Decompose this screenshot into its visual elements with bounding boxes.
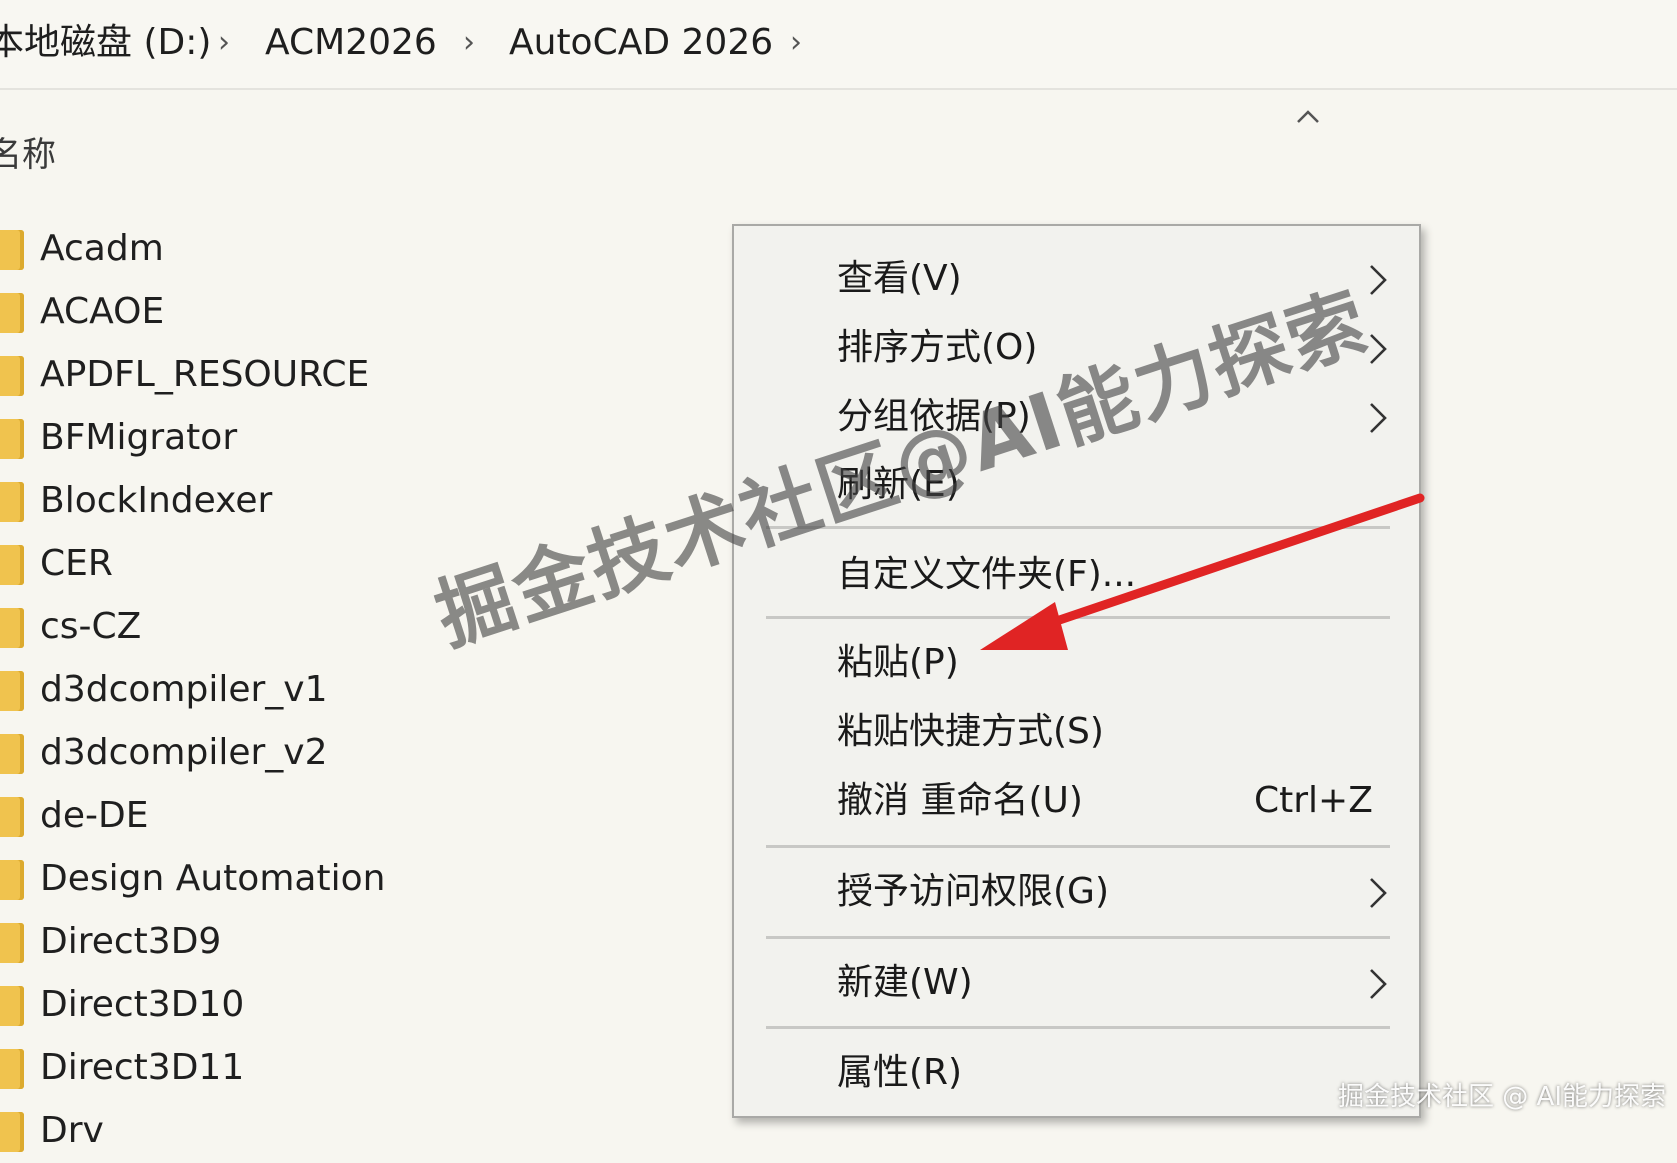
folder-name: CER (40, 543, 113, 584)
chevron-right-icon[interactable]: › (790, 18, 802, 68)
breadcrumb-drive-d[interactable]: 本地磁盘 (D:) (0, 18, 211, 68)
list-item[interactable]: Drv (0, 1100, 600, 1163)
chevron-right-icon (1370, 403, 1387, 433)
folder-name: Direct3D9 (40, 921, 222, 962)
folder-icon (0, 608, 24, 648)
chevron-right-icon (1370, 878, 1387, 908)
list-item[interactable]: ACAOE (0, 281, 600, 344)
menu-separator (766, 845, 1390, 848)
folder-name: Drv (40, 1110, 104, 1151)
menu-item-label: 授予访问权限(G) (837, 871, 1109, 912)
list-item[interactable]: d3dcompiler_v2 (0, 722, 600, 785)
address-bar[interactable]: 本地磁盘 (D:) › ACM2026 › AutoCAD 2026 › (0, 0, 1677, 90)
folder-icon (0, 545, 24, 585)
watermark-small: 掘金技术社区 @ AI能力探索 (1338, 1082, 1666, 1112)
folder-icon (0, 1049, 24, 1089)
menu-separator (766, 936, 1390, 939)
menu-item-paste-shortcut[interactable]: 粘贴快捷方式(S) (734, 699, 1419, 765)
menu-item-label: 查看(V) (837, 258, 962, 299)
list-item[interactable]: BFMigrator (0, 407, 600, 470)
menu-separator (766, 1026, 1390, 1029)
folder-icon (0, 797, 24, 837)
menu-item-label: 撤消 重命名(U) (837, 780, 1083, 821)
folder-icon (0, 293, 24, 333)
menu-item-label: 属性(R) (837, 1052, 963, 1093)
menu-item-label: 粘贴快捷方式(S) (837, 711, 1104, 752)
folder-icon (0, 356, 24, 396)
menu-item-give-access[interactable]: 授予访问权限(G) (734, 859, 1419, 925)
menu-item-new[interactable]: 新建(W) (734, 950, 1419, 1016)
menu-item-undo-rename[interactable]: 撤消 重命名(U) Ctrl+Z (734, 768, 1419, 834)
list-item[interactable]: Direct3D9 (0, 911, 600, 974)
folder-name: Design Automation (40, 858, 386, 899)
folder-name: Direct3D10 (40, 984, 245, 1025)
list-item[interactable]: d3dcompiler_v1 (0, 659, 600, 722)
chevron-right-icon (1370, 265, 1387, 295)
red-arrow-annotation (980, 493, 1425, 650)
folder-name: d3dcompiler_v1 (40, 669, 328, 710)
list-item[interactable]: Direct3D10 (0, 974, 600, 1037)
folder-name: de-DE (40, 795, 149, 836)
folder-name: ACAOE (40, 291, 165, 332)
folder-icon (0, 860, 24, 900)
menu-item-shortcut: Ctrl+Z (1254, 780, 1373, 821)
list-item[interactable]: de-DE (0, 785, 600, 848)
column-header-name[interactable]: 名称 (0, 133, 56, 177)
menu-item-label: 粘贴(P) (837, 642, 959, 683)
folder-name: cs-CZ (40, 606, 142, 647)
folder-name: Acadm (40, 228, 164, 269)
folder-icon (0, 923, 24, 963)
folder-name: APDFL_RESOURCE (40, 354, 370, 395)
menu-item-label: 新建(W) (837, 962, 973, 1003)
list-item[interactable]: Direct3D11 (0, 1037, 600, 1100)
list-item[interactable]: Acadm (0, 218, 600, 281)
menu-item-properties[interactable]: 属性(R) (734, 1040, 1419, 1106)
menu-item-label: 排序方式(O) (837, 327, 1038, 368)
chevron-right-icon[interactable]: › (463, 18, 475, 68)
breadcrumb-acm2026[interactable]: ACM2026 (265, 18, 437, 68)
chevron-up-icon (1297, 110, 1319, 123)
folder-icon (0, 482, 24, 522)
folder-icon (0, 230, 24, 270)
breadcrumb-autocad-2026[interactable]: AutoCAD 2026 (509, 18, 773, 68)
chevron-right-icon (1370, 969, 1387, 999)
folder-icon (0, 986, 24, 1026)
folder-name: Direct3D11 (40, 1047, 245, 1088)
chevron-right-icon[interactable]: › (218, 18, 230, 68)
folder-icon (0, 1112, 24, 1152)
folder-name: d3dcompiler_v2 (40, 732, 328, 773)
list-item[interactable]: Design Automation (0, 848, 600, 911)
folder-icon (0, 419, 24, 459)
list-item[interactable]: BlockIndexer (0, 470, 600, 533)
folder-icon (0, 671, 24, 711)
list-item[interactable]: APDFL_RESOURCE (0, 344, 600, 407)
folder-name: BFMigrator (40, 417, 238, 458)
folder-icon (0, 734, 24, 774)
folder-name: BlockIndexer (40, 480, 273, 521)
